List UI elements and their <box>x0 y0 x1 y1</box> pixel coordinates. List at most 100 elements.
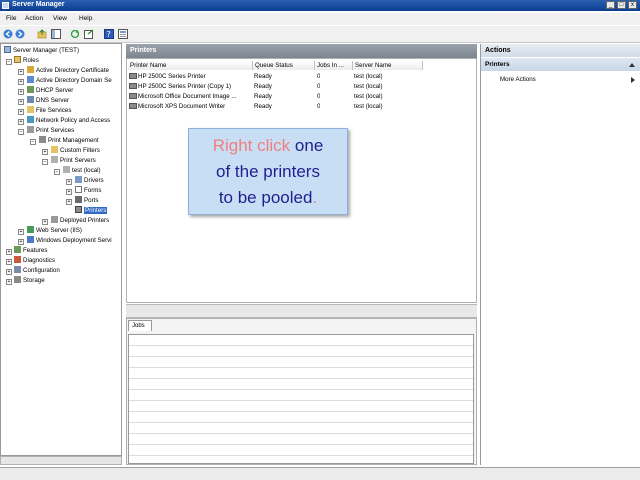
tree-item-roles[interactable]: Roles <box>14 56 39 65</box>
print-servers-icon <box>51 156 58 163</box>
expand-ad-domain-toggle[interactable]: + <box>18 79 24 85</box>
help-icon[interactable]: ? <box>104 29 114 39</box>
server-manager-app-icon <box>2 2 9 9</box>
expand-storage-toggle[interactable]: + <box>6 279 12 285</box>
tree-item-deployed-printers[interactable]: Deployed Printers <box>51 216 109 225</box>
dns-icon <box>27 96 34 103</box>
collapse-test-local-toggle[interactable]: − <box>54 169 60 175</box>
menu-view[interactable]: View <box>53 15 67 22</box>
expand-npas-toggle[interactable]: + <box>18 119 24 125</box>
expand-web-server-toggle[interactable]: + <box>18 229 24 235</box>
expand-forms-toggle[interactable]: + <box>66 189 72 195</box>
expand-wds-toggle[interactable]: + <box>18 239 24 245</box>
tree-item-server-manager[interactable]: Server Manager (TEST) <box>4 46 79 55</box>
column-header-jobs-in-queue[interactable]: Jobs In ... <box>315 61 353 70</box>
tree-item-configuration[interactable]: Configuration <box>14 266 60 275</box>
printers-panel-title: Printers <box>130 47 157 54</box>
tree-item-web-server[interactable]: Web Server (IIS) <box>27 226 82 235</box>
printer-icon <box>129 103 137 109</box>
forms-icon <box>75 186 82 193</box>
export-icon[interactable] <box>84 29 94 39</box>
queue-status-cell: Ready <box>254 73 272 80</box>
tree-horizontal-scrollbar[interactable] <box>0 456 122 465</box>
menu-action[interactable]: Action <box>25 15 43 22</box>
expand-deployed-printers-toggle[interactable]: + <box>42 219 48 225</box>
column-header-server-name[interactable]: Server Name <box>353 61 423 70</box>
tree-item-drivers[interactable]: Drivers <box>75 176 104 185</box>
expand-configuration-toggle[interactable]: + <box>6 269 12 275</box>
actions-section-printers[interactable]: Printers <box>481 58 640 71</box>
drivers-icon <box>75 176 82 183</box>
tree-item-ad-certificate[interactable]: Active Directory Certificate <box>27 66 109 75</box>
column-header-queue-status[interactable]: Queue Status <box>253 61 315 70</box>
deployment-icon <box>27 236 34 243</box>
tree-item-print-management[interactable]: Print Management <box>39 136 99 145</box>
svg-text:?: ? <box>107 30 111 39</box>
tree-item-windows-deployment[interactable]: Windows Deployment Servi <box>27 236 112 245</box>
expand-features-toggle[interactable]: + <box>6 249 12 255</box>
expand-dhcp-toggle[interactable]: + <box>18 89 24 95</box>
network-icon <box>27 116 34 123</box>
more-actions-link[interactable]: More Actions <box>500 76 536 83</box>
refresh-icon[interactable] <box>70 29 80 39</box>
tree-item-dhcp[interactable]: DHCP Server <box>27 86 73 95</box>
title-bar: Server Manager _ □ x <box>0 0 640 11</box>
collapse-print-management-toggle[interactable]: − <box>30 139 36 145</box>
expand-dns-toggle[interactable]: + <box>18 99 24 105</box>
actions-title: Actions <box>485 47 511 54</box>
minimize-button[interactable]: _ <box>606 1 615 9</box>
collapse-print-services-toggle[interactable]: − <box>18 129 24 135</box>
tree-item-ports[interactable]: Ports <box>75 196 98 205</box>
table-row[interactable]: Microsoft XPS Document Writer <box>129 102 253 112</box>
tree-item-storage[interactable]: Storage <box>14 276 45 285</box>
collapse-roles-toggle[interactable]: − <box>6 59 12 65</box>
column-header-printer-name[interactable]: Printer Name <box>128 61 253 70</box>
tree-item-printers[interactable]: Printers <box>75 206 108 215</box>
table-row[interactable]: Microsoft Office Document Image ... <box>129 92 253 102</box>
tree-item-print-services[interactable]: Print Services <box>27 126 74 135</box>
tab-jobs[interactable]: Jobs <box>128 320 152 331</box>
expand-drivers-toggle[interactable]: + <box>66 179 72 185</box>
close-button[interactable]: x <box>628 1 637 9</box>
maximize-button[interactable]: □ <box>617 1 626 9</box>
tree-item-dns[interactable]: DNS Server <box>27 96 69 105</box>
server-cell: test (local) <box>354 93 383 100</box>
collapse-print-servers-toggle[interactable]: − <box>42 159 48 165</box>
tree-item-forms[interactable]: Forms <box>75 186 102 195</box>
tree-item-features[interactable]: Features <box>14 246 47 255</box>
expand-ports-toggle[interactable]: + <box>66 199 72 205</box>
expand-custom-filters-toggle[interactable]: + <box>42 149 48 155</box>
tree-item-print-servers[interactable]: Print Servers <box>51 156 96 165</box>
server-cell: test (local) <box>354 73 383 80</box>
printers-icon <box>75 206 82 213</box>
status-bar <box>0 467 640 480</box>
pane-splitter[interactable] <box>126 304 477 318</box>
tree-item-test-local[interactable]: test (local) <box>63 166 101 175</box>
menu-file[interactable]: File <box>6 15 16 22</box>
printer-icon <box>129 93 137 99</box>
table-row[interactable]: HP 2500C Series Printer <box>129 72 253 82</box>
actions-header: Actions <box>481 44 640 57</box>
tree-item-diagnostics[interactable]: Diagnostics <box>14 256 55 265</box>
properties-icon[interactable] <box>118 29 128 39</box>
printers-panel-header: Printers <box>126 44 477 58</box>
folder-icon <box>27 106 34 113</box>
expand-file-services-toggle[interactable]: + <box>18 109 24 115</box>
up-icon[interactable] <box>37 29 47 39</box>
jobs-cell: 0 <box>317 73 321 80</box>
forward-icon[interactable] <box>15 29 25 39</box>
tree-item-network-policy[interactable]: Network Policy and Access <box>27 116 110 125</box>
tree-item-file-services[interactable]: File Services <box>27 106 71 115</box>
expand-diagnostics-toggle[interactable]: + <box>6 259 12 265</box>
expand-ad-cert-toggle[interactable]: + <box>18 69 24 75</box>
table-row[interactable]: HP 2500C Series Printer (Copy 1) <box>129 82 253 92</box>
tree-item-ad-domain[interactable]: Active Directory Domain Se <box>27 76 112 85</box>
menu-help[interactable]: Help <box>79 15 92 22</box>
tree-item-custom-filters[interactable]: Custom Filters <box>51 146 100 155</box>
jobs-cell: 0 <box>317 103 321 110</box>
show-hide-tree-icon[interactable] <box>51 29 61 39</box>
tutorial-callout: Right click one of the printers to be po… <box>188 128 348 215</box>
collapse-up-icon[interactable] <box>629 62 635 67</box>
dhcp-icon <box>27 86 34 93</box>
back-icon[interactable] <box>3 29 13 39</box>
